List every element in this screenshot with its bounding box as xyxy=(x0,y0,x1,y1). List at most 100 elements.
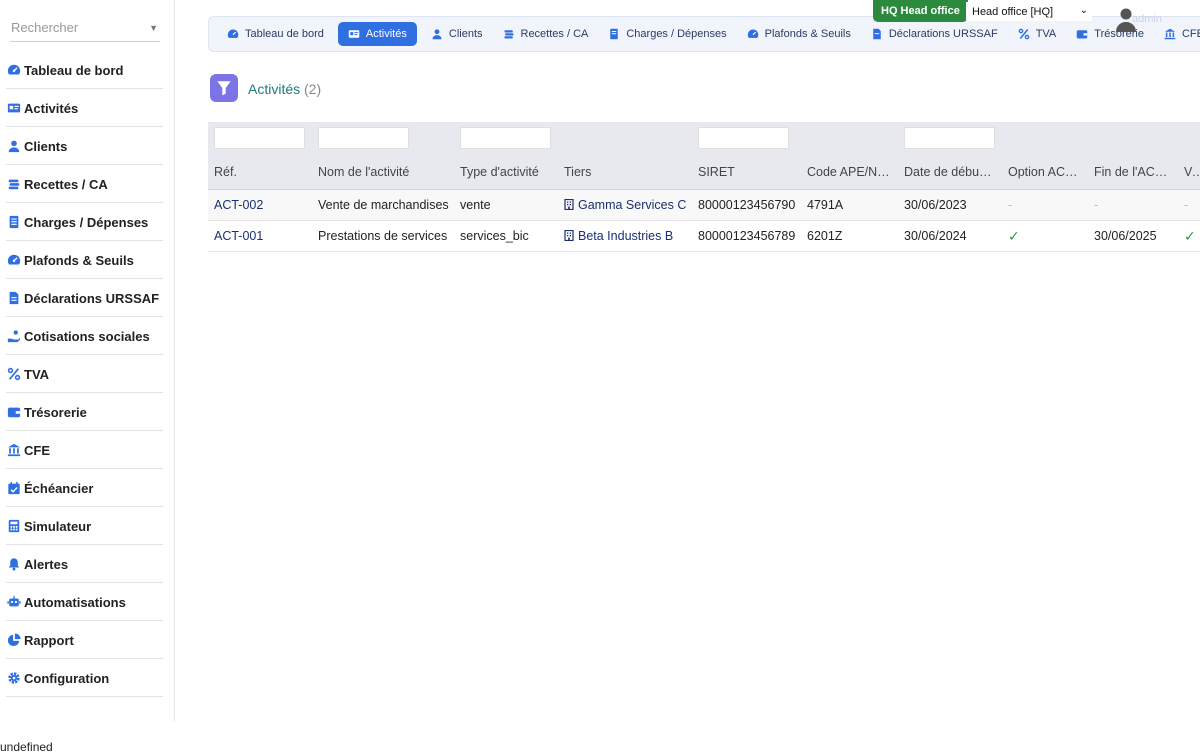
filter-date-input[interactable] xyxy=(904,127,995,149)
filter-icon xyxy=(210,74,238,102)
sidebar-item-declarations[interactable]: Déclarations URSSAF xyxy=(6,280,163,317)
sidebar-item-simulateur[interactable]: Simulateur xyxy=(6,508,163,545)
sidebar-item-cfe[interactable]: CFE xyxy=(6,432,163,469)
start-date: 30/06/2024 xyxy=(898,220,1002,252)
tab-clients[interactable]: Clients xyxy=(425,22,489,46)
chevron-down-icon[interactable]: ▼ xyxy=(149,23,158,33)
tab-label: Recettes / CA xyxy=(520,28,589,40)
tab-label: Tableau de bord xyxy=(245,28,324,40)
column-header-acre[interactable]: Option ACRE xyxy=(1002,159,1088,190)
tab-label: CFE xyxy=(1181,28,1200,40)
bank-icon xyxy=(1164,28,1177,41)
sidebar: ▼ Tableau de bord Activités Clients Rece… xyxy=(0,0,175,722)
user-icon xyxy=(6,138,22,154)
sidebar-item-rapport[interactable]: Rapport xyxy=(6,622,163,659)
office-select-value: Head office [HQ] xyxy=(972,5,1054,18)
gauge-icon xyxy=(747,28,760,41)
pie-chart-icon xyxy=(6,632,22,648)
filter-ref-input[interactable] xyxy=(214,127,305,149)
sidebar-item-alertes[interactable]: Alertes xyxy=(6,546,163,583)
sidebar-item-recettes[interactable]: Recettes / CA xyxy=(6,166,163,203)
sidebar-item-label: Trésorerie xyxy=(24,404,87,420)
column-header-siret[interactable]: SIRET xyxy=(692,159,801,190)
page-title-text: Activités xyxy=(248,81,301,97)
filter-type-input[interactable] xyxy=(460,127,551,149)
hq-badge[interactable]: HQ Head office xyxy=(873,0,968,22)
user-name: admin xyxy=(1132,13,1162,25)
sidebar-item-label: Clients xyxy=(24,138,68,154)
sidebar-item-cotisations[interactable]: Cotisations sociales xyxy=(6,318,163,355)
ape-code: 4791A xyxy=(801,189,898,221)
tab-recettes[interactable]: Recettes / CA xyxy=(497,22,595,46)
file-icon xyxy=(871,28,884,41)
ver-cell: - xyxy=(1178,189,1200,221)
coins-icon xyxy=(6,176,22,192)
sidebar-item-label: Plafonds & Seuils xyxy=(24,252,134,268)
column-header-fin-acre[interactable]: Fin de l'ACRE xyxy=(1088,159,1178,190)
siret: 80000123456789 xyxy=(692,220,801,252)
acre-end: 30/06/2025 xyxy=(1088,220,1178,252)
column-header-ape[interactable]: Code APE/N… xyxy=(801,159,898,190)
tab-declarations[interactable]: Déclarations URSSAF xyxy=(865,22,1004,46)
filter-row xyxy=(208,122,1200,159)
tab-cfe[interactable]: CFE xyxy=(1158,22,1200,46)
file-icon xyxy=(6,290,22,306)
ape-code: 6201Z xyxy=(801,220,898,252)
tab-list: Tableau de bord Activités Clients Recett… xyxy=(209,17,1200,51)
column-header-type[interactable]: Type d'activité xyxy=(454,159,558,190)
tab-label: Clients xyxy=(448,28,483,40)
sidebar-item-configuration[interactable]: Configuration xyxy=(6,660,163,697)
search-box[interactable]: ▼ xyxy=(10,18,160,42)
tab-label: TVA xyxy=(1035,28,1057,40)
column-header-date-debut[interactable]: Date de débu… xyxy=(898,159,1002,190)
tiers-name: Gamma Services C xyxy=(578,198,687,212)
tab-charges[interactable]: Charges / Dépenses xyxy=(602,22,732,46)
ref-link[interactable]: ACT-001 xyxy=(208,220,312,252)
sidebar-item-activites[interactable]: Activités xyxy=(6,90,163,127)
sidebar-item-clients[interactable]: Clients xyxy=(6,128,163,165)
tiers-link[interactable]: Beta Industries B xyxy=(558,220,692,252)
acre-end: - xyxy=(1088,189,1178,221)
sidebar-item-charges[interactable]: Charges / Dépenses xyxy=(6,204,163,241)
gauge-icon xyxy=(6,62,22,78)
tiers-link[interactable]: Gamma Services C xyxy=(558,189,692,221)
sidebar-item-automatisations[interactable]: Automatisations xyxy=(6,584,163,621)
tab-plafonds[interactable]: Plafonds & Seuils xyxy=(741,22,857,46)
id-card-icon xyxy=(348,28,361,41)
search-input[interactable] xyxy=(10,18,142,37)
tab-tableau-de-bord[interactable]: Tableau de bord xyxy=(221,22,330,46)
sidebar-item-tva[interactable]: TVA xyxy=(6,356,163,393)
column-header-ver[interactable]: Ver xyxy=(1178,159,1200,190)
table-row[interactable]: ACT-002 Vente de marchandises vente Gamm… xyxy=(208,189,1200,221)
calendar-check-icon xyxy=(6,480,22,496)
activity-name: Prestations de services xyxy=(312,220,454,252)
sidebar-item-tableau-de-bord[interactable]: Tableau de bord xyxy=(6,52,163,89)
tab-tva[interactable]: TVA xyxy=(1012,22,1063,46)
document-icon xyxy=(608,28,621,41)
sidebar-item-label: CFE xyxy=(24,442,50,458)
column-header-nom[interactable]: Nom de l'activité xyxy=(312,159,454,190)
tab-label: Activités xyxy=(365,28,407,40)
filter-nom-input[interactable] xyxy=(318,127,409,149)
sidebar-item-plafonds[interactable]: Plafonds & Seuils xyxy=(6,242,163,279)
footer-text: undefined xyxy=(0,740,53,754)
activities-table-container: Réf. Nom de l'activité Type d'activité T… xyxy=(208,122,1200,252)
column-header-ref[interactable]: Réf. xyxy=(208,159,312,190)
ref-link[interactable]: ACT-002 xyxy=(208,189,312,221)
building-icon xyxy=(564,230,574,241)
filter-siret-input[interactable] xyxy=(698,127,789,149)
activity-type: services_bic xyxy=(454,220,558,252)
page-title: Activités (2) xyxy=(248,81,321,97)
office-select[interactable]: Head office [HQ] ⌄ xyxy=(966,2,1092,21)
sidebar-item-label: Tableau de bord xyxy=(24,62,124,78)
user-menu[interactable]: admin xyxy=(1114,6,1162,32)
sidebar-item-tresorerie[interactable]: Trésorerie xyxy=(6,394,163,431)
acre-option: - xyxy=(1002,189,1088,221)
table-row[interactable]: ACT-001 Prestations de services services… xyxy=(208,220,1200,252)
robot-icon xyxy=(6,594,22,610)
top-navigation: Tableau de bord Activités Clients Recett… xyxy=(208,16,1200,52)
tab-activites[interactable]: Activités xyxy=(337,22,417,46)
wallet-icon xyxy=(1076,28,1089,41)
sidebar-item-echeancier[interactable]: Échéancier xyxy=(6,470,163,507)
column-header-tiers[interactable]: Tiers xyxy=(558,159,692,190)
